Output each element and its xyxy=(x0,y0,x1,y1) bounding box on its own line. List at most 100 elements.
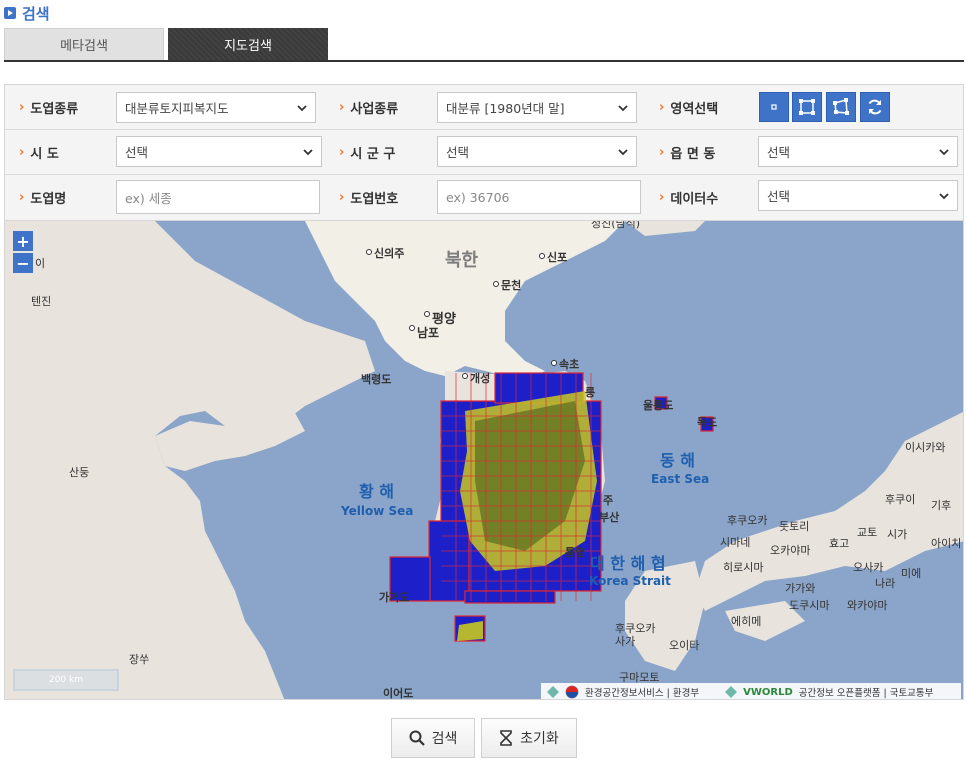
map-label-isikawa: 이시카와 xyxy=(905,441,945,454)
play-icon xyxy=(4,7,16,19)
search-icon xyxy=(409,730,425,746)
map-label-kagawa: 가가와 xyxy=(785,582,815,595)
page-header: 검색 xyxy=(4,0,50,26)
map-label-fukuoka: 후쿠오카 xyxy=(727,514,767,527)
zoom-in-button[interactable]: + xyxy=(13,231,33,251)
search-form: › 도엽종류 대분류토지피복지도 › 사업종류 대분류 [1980년대 말] › 영역… xyxy=(4,84,964,220)
map-label-chongjin: 청진(남석) xyxy=(591,221,640,230)
attribution-left: 환경공간정보서비스 | 환경부 xyxy=(585,688,700,699)
tab-map-search[interactable]: 지도검색 xyxy=(168,28,328,60)
arrow-icon: › xyxy=(339,145,345,160)
map-label-okayama: 오카야마 xyxy=(770,544,810,557)
chevron-down-icon xyxy=(618,149,628,156)
eupmyeondong-label: › 읍 면 동 xyxy=(659,145,716,162)
map-label-wakayama: 와카야마 xyxy=(847,599,887,612)
arrow-icon: › xyxy=(19,145,25,160)
map-label-tottori: 돗토리 xyxy=(779,520,809,533)
map-label-muncheon: 문천 xyxy=(501,278,521,292)
point-select-button[interactable] xyxy=(759,92,789,122)
map-label-north-korea: 북한 xyxy=(445,250,479,271)
map-label-korea-strait-en: Korea Strait xyxy=(589,574,671,588)
chevron-down-icon xyxy=(618,105,628,112)
sheet-number-label: › 도엽번호 xyxy=(339,190,399,207)
map-label-oita: 오이타 xyxy=(669,639,699,652)
sigungu-select[interactable]: 선택 xyxy=(437,136,637,167)
rectangle-select-button[interactable] xyxy=(792,92,822,122)
form-row-2: › 시 도 선택 › 시 군 구 선택 › 읍 면 동 선택 xyxy=(5,130,963,175)
map-view[interactable]: 신의주 북한 신포 문천 평양 남포 속초 백령도 개성 릉 울릉도 독도 주 … xyxy=(4,220,964,700)
eupmyeondong-select[interactable]: 선택 xyxy=(758,136,958,167)
scale-bar: 200 km xyxy=(13,669,119,691)
project-type-select[interactable]: 대분류 [1980년대 말] xyxy=(437,92,637,123)
map-label-saga: 사가 xyxy=(615,635,635,648)
map-label-gifu: 기후 xyxy=(931,499,951,512)
attribution-right: 공간정보 오픈플랫폼 | 국토교통부 xyxy=(798,688,934,699)
sheet-name-input[interactable]: ex) 세종 xyxy=(116,180,320,214)
map-label-osaka: 오사카 xyxy=(853,561,883,574)
map-label-tongyeong: 통영 xyxy=(565,546,585,559)
sido-select[interactable]: 선택 xyxy=(116,136,322,167)
sheet-number-input[interactable]: ex) 36706 xyxy=(437,180,641,214)
map-label-nampo: 남포 xyxy=(417,325,439,340)
hourglass-icon xyxy=(500,730,512,746)
chevron-down-icon xyxy=(303,149,313,156)
map-label-ju: 주 xyxy=(603,494,613,507)
refresh-area-button[interactable] xyxy=(860,92,890,122)
map-label-sinuiju: 신의주 xyxy=(374,246,404,260)
polygon-select-button[interactable] xyxy=(826,92,856,122)
arrow-icon: › xyxy=(659,190,665,205)
arrow-icon: › xyxy=(339,190,345,205)
map-label-mie: 미에 xyxy=(901,567,921,580)
sido-label: › 시 도 xyxy=(19,145,59,162)
arrow-icon: › xyxy=(659,100,665,115)
rectangle-icon xyxy=(799,99,815,115)
map-type-select[interactable]: 대분류토지피복지도 xyxy=(116,92,316,123)
map-canvas[interactable]: 신의주 북한 신포 문천 평양 남포 속초 백령도 개성 릉 울릉도 독도 주 … xyxy=(5,221,964,700)
map-label-fukuoka2: 후쿠오카 xyxy=(615,622,655,635)
reset-button[interactable]: 초기화 xyxy=(480,718,577,758)
map-label-yellow-sea-en: Yellow Sea xyxy=(340,504,413,518)
map-label-pyongyang: 평양 xyxy=(432,311,456,327)
data-count-label: › 데이터수 xyxy=(659,190,719,207)
map-label-gangneung: 릉 xyxy=(585,386,595,399)
arrow-icon: › xyxy=(339,100,345,115)
map-label-korea-strait-ko: 대 한 해 협 xyxy=(590,554,666,573)
map-label-gageodo: 가거도 xyxy=(379,590,409,604)
arrow-icon: › xyxy=(19,100,25,115)
map-label-ehime: 에히메 xyxy=(731,614,761,628)
zoom-out-button[interactable]: − xyxy=(13,253,33,273)
korea-emblem-icon xyxy=(565,685,579,699)
map-label-busan: 부산 xyxy=(599,510,619,524)
search-button[interactable]: 검색 xyxy=(390,718,475,758)
arrow-icon: › xyxy=(19,190,25,205)
map-label-sinpo: 신포 xyxy=(547,250,567,264)
sheet-name-label: › 도엽명 xyxy=(19,190,67,207)
form-row-3: › 도엽명 ex) 세종 › 도엽번호 ex) 36706 › 데이터수 선택 xyxy=(5,175,963,220)
sigungu-label: › 시 군 구 xyxy=(339,145,396,162)
map-label-east-sea-en: East Sea xyxy=(651,472,709,486)
arrow-icon: › xyxy=(659,145,665,160)
map-label-baengnyeongdo: 백령도 xyxy=(361,372,391,386)
action-buttons: 검색 초기화 xyxy=(0,718,967,758)
vworld-brand: VWORLD xyxy=(743,686,793,698)
map-label-fukui: 후쿠이 xyxy=(885,493,915,506)
search-tabs: 메타검색 지도검색 xyxy=(4,28,964,62)
data-count-select[interactable]: 선택 xyxy=(758,180,958,211)
map-label-tokushima: 도쿠시마 xyxy=(789,599,829,612)
map-label-dokdo: 독도 xyxy=(697,416,717,429)
map-label-yellow-sea-ko: 황 해 xyxy=(359,482,394,501)
map-label-tianjin: 텐진 xyxy=(31,295,51,308)
tab-meta-search[interactable]: 메타검색 xyxy=(4,28,164,60)
map-label-ninghai: 이 xyxy=(35,257,45,270)
map-label-aichi: 아이치 xyxy=(931,537,961,550)
map-label-nara: 나라 xyxy=(875,577,895,590)
map-label-sokcho: 속초 xyxy=(559,358,579,371)
map-attribution: 환경공간정보서비스 | 환경부 VWORLD 공간정보 오픈플랫폼 | 국토교통… xyxy=(541,683,961,699)
chevron-down-icon xyxy=(939,193,949,200)
map-label-ieodo: 이어도 xyxy=(383,686,413,700)
map-label-hyogo: 효고 xyxy=(829,537,849,550)
point-icon xyxy=(771,104,777,110)
map-label-gaeseong: 개성 xyxy=(470,371,490,385)
refresh-icon xyxy=(868,99,882,115)
polygon-icon xyxy=(833,98,849,115)
